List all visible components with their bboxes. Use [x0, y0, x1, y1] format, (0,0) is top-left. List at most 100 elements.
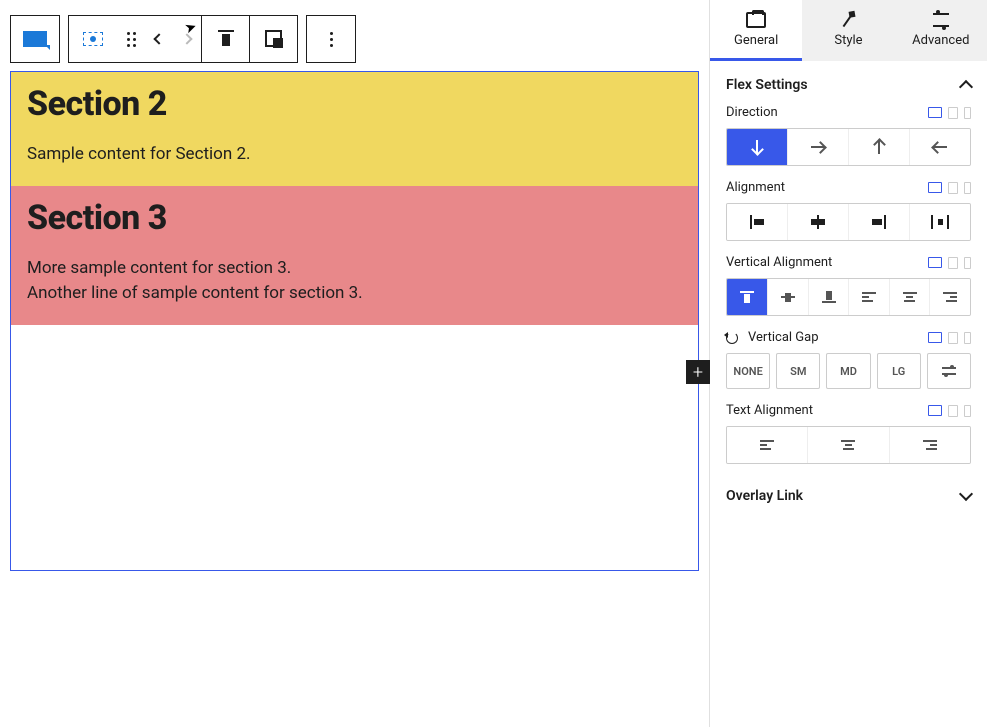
select-parent-button[interactable]: [69, 16, 117, 62]
gap-md-button[interactable]: MD: [826, 353, 870, 389]
valign-stretch-right-button[interactable]: [929, 279, 969, 315]
section-paragraph[interactable]: Sample content for Section 2.: [27, 142, 682, 168]
control-label: Alignment: [726, 180, 785, 195]
valign-top-button[interactable]: [727, 279, 767, 315]
tablet-icon[interactable]: [948, 182, 958, 194]
overlap-icon: [265, 30, 283, 48]
text-align-center-button[interactable]: [807, 427, 888, 463]
desktop-icon[interactable]: [928, 405, 942, 416]
arrow-right-icon: [811, 146, 825, 148]
tab-advanced[interactable]: Advanced: [895, 0, 987, 61]
desktop-icon[interactable]: [928, 332, 942, 343]
align-button[interactable]: [201, 16, 249, 62]
text-left-icon: [760, 440, 774, 450]
desktop-icon[interactable]: [928, 257, 942, 268]
chevron-down-icon: [959, 487, 973, 501]
section-block[interactable]: Section 3 More sample content for sectio…: [11, 186, 698, 325]
responsive-toggle[interactable]: [928, 107, 971, 119]
tab-general[interactable]: General: [710, 0, 802, 61]
briefcase-icon: [746, 12, 766, 28]
tab-label: Advanced: [912, 33, 969, 48]
align-start-button[interactable]: [727, 204, 787, 240]
section-heading[interactable]: Section 2: [27, 84, 682, 124]
align-center-button[interactable]: [787, 204, 848, 240]
valign-stretch-left-button[interactable]: [848, 279, 888, 315]
flex-settings-header[interactable]: Flex Settings: [726, 77, 971, 105]
section-paragraph[interactable]: Another line of sample content for secti…: [27, 281, 682, 307]
text-alignment-control: Text Alignment: [726, 403, 971, 464]
add-block-button[interactable]: +: [686, 360, 710, 384]
section-paragraph[interactable]: More sample content for section 3.: [27, 256, 682, 282]
vertical-gap-control: Vertical Gap NONE SM MD LG: [726, 330, 971, 389]
responsive-toggle[interactable]: [928, 182, 971, 194]
control-label: Vertical Alignment: [726, 255, 832, 270]
valign-middle-button[interactable]: [767, 279, 807, 315]
arrow-down-icon: [756, 140, 758, 154]
tab-label: Style: [834, 33, 862, 48]
gap-lg-button[interactable]: LG: [877, 353, 921, 389]
mobile-icon[interactable]: [964, 182, 971, 194]
block-toolbar: [10, 15, 699, 63]
drag-handle[interactable]: [117, 16, 145, 62]
gap-custom-button[interactable]: [927, 353, 971, 389]
direction-down-button[interactable]: [727, 129, 787, 165]
align-center-icon: [811, 219, 825, 225]
alignment-options: [726, 203, 971, 241]
block-canvas[interactable]: Section 2 Sample content for Section 2. …: [10, 71, 699, 571]
align-space-between-button[interactable]: [909, 204, 970, 240]
more-options-button[interactable]: [307, 16, 355, 62]
mobile-icon[interactable]: [964, 107, 971, 119]
vertical-gap-options: NONE SM MD LG: [726, 353, 971, 389]
vertical-alignment-options: [726, 278, 971, 316]
sidebar-tabs: General Style Advanced: [710, 0, 987, 61]
mobile-icon[interactable]: [964, 257, 971, 269]
responsive-toggle[interactable]: [928, 405, 971, 417]
text-align-left-button[interactable]: [727, 427, 807, 463]
control-label: Direction: [726, 105, 778, 120]
responsive-toggle[interactable]: [928, 257, 971, 269]
panel-title: Flex Settings: [726, 77, 808, 93]
tablet-icon[interactable]: [948, 405, 958, 417]
move-prev-button[interactable]: [145, 16, 173, 62]
direction-right-button[interactable]: [787, 129, 848, 165]
text-alignment-options: [726, 426, 971, 464]
sliders-icon: [933, 12, 949, 28]
control-label: Vertical Gap: [748, 330, 819, 345]
responsive-toggle[interactable]: [928, 332, 971, 344]
more-vertical-icon: [330, 32, 333, 47]
section-block[interactable]: Section 2 Sample content for Section 2.: [11, 72, 698, 186]
block-type-button[interactable]: [11, 16, 59, 62]
mobile-icon[interactable]: [964, 405, 971, 417]
arrow-up-icon: [878, 140, 880, 154]
arrow-left-icon: [933, 146, 947, 148]
chevron-up-icon: [959, 80, 973, 94]
valign-bottom-button[interactable]: [808, 279, 848, 315]
align-space-between-icon: [931, 215, 949, 229]
direction-left-button[interactable]: [909, 129, 970, 165]
stack-block-icon: [23, 31, 47, 47]
overlap-button[interactable]: [249, 16, 297, 62]
valign-stretch-center-button[interactable]: [889, 279, 929, 315]
desktop-icon[interactable]: [928, 182, 942, 193]
vertical-alignment-control: Vertical Alignment: [726, 255, 971, 316]
alignment-control: Alignment: [726, 180, 971, 241]
desktop-icon[interactable]: [928, 107, 942, 118]
text-align-right-button[interactable]: [889, 427, 970, 463]
mobile-icon[interactable]: [964, 332, 971, 344]
tablet-icon[interactable]: [948, 257, 958, 269]
chevron-left-icon: [153, 33, 164, 44]
overlay-link-header[interactable]: Overlay Link: [726, 478, 971, 516]
tab-style[interactable]: Style: [802, 0, 894, 61]
tablet-icon[interactable]: [948, 107, 958, 119]
reset-icon[interactable]: [726, 332, 738, 344]
gap-sm-button[interactable]: SM: [776, 353, 820, 389]
direction-up-button[interactable]: [848, 129, 909, 165]
text-left-icon: [862, 292, 876, 302]
gap-none-button[interactable]: NONE: [726, 353, 770, 389]
tablet-icon[interactable]: [948, 332, 958, 344]
tab-label: General: [734, 33, 778, 48]
align-end-icon: [872, 215, 886, 229]
section-heading[interactable]: Section 3: [27, 198, 682, 238]
plus-icon: +: [693, 362, 703, 383]
align-end-button[interactable]: [848, 204, 909, 240]
